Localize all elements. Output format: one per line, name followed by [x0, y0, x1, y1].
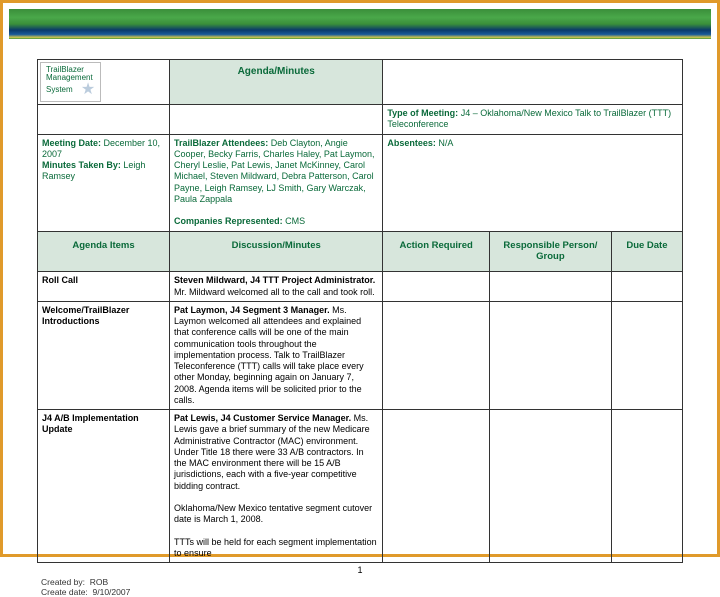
- meeting-type-row: Type of Meeting: J4 – Oklahoma/New Mexic…: [38, 105, 683, 135]
- document-area: TrailBlazer Management System ★ Agenda/M…: [9, 49, 711, 575]
- text: Ms. Lewis gave a brief summary of the ne…: [174, 413, 370, 491]
- text: Ms. Laymon welcomed all attendees and ex…: [174, 305, 364, 405]
- title-cell: Agenda/Minutes: [170, 60, 383, 105]
- meeting-date-label: Meeting Date:: [42, 138, 101, 148]
- absentees-value: N/A: [438, 138, 453, 148]
- meeting-date-cell: Meeting Date: December 10, 2007 Minutes …: [38, 134, 170, 231]
- col-agenda: Agenda Items: [38, 231, 170, 272]
- meeting-type-cell: Type of Meeting: J4 – Oklahoma/New Mexic…: [383, 105, 683, 135]
- duedate-cell: [611, 272, 682, 302]
- footer-created-by-label: Created by:: [41, 577, 85, 587]
- col-discussion: Discussion/Minutes: [170, 231, 383, 272]
- agenda-item: J4 A/B Implementation Update: [38, 410, 170, 563]
- text: Mr. Mildward welcomed all to the call an…: [174, 287, 375, 297]
- title-blank: [383, 60, 683, 105]
- column-header-row: Agenda Items Discussion/Minutes Action R…: [38, 231, 683, 272]
- text2: Oklahoma/New Mexico tentative segment cu…: [174, 503, 372, 524]
- absentees-cell: Absentees: N/A: [383, 134, 683, 231]
- responsible-cell: [489, 272, 611, 302]
- footer-create-date-value: 9/10/2007: [93, 587, 131, 597]
- col-duedate: Due Date: [611, 231, 682, 272]
- logo-cell: TrailBlazer Management System ★: [38, 60, 170, 105]
- footer: Created by: ROB Create date: 9/10/2007: [9, 575, 711, 597]
- info-row: Meeting Date: December 10, 2007 Minutes …: [38, 134, 683, 231]
- text3: TTTs will be held for each segment imple…: [174, 537, 377, 558]
- action-cell: [383, 301, 490, 409]
- lead: Pat Laymon, J4 Segment 3 Manager.: [174, 305, 330, 315]
- logo-graphic: TrailBlazer Management System ★: [40, 62, 101, 102]
- agenda-item: Welcome/TrailBlazer Introductions: [38, 301, 170, 409]
- lead: Pat Lewis, J4 Customer Service Manager.: [174, 413, 351, 423]
- star-icon: ★: [81, 81, 95, 98]
- companies-label: Companies Represented:: [174, 216, 283, 226]
- discussion-cell: Steven Mildward, J4 TTT Project Administ…: [170, 272, 383, 302]
- discussion-cell: Pat Laymon, J4 Segment 3 Manager. Ms. La…: [170, 301, 383, 409]
- agenda-item: Roll Call: [38, 272, 170, 302]
- action-cell: [383, 272, 490, 302]
- lead: Steven Mildward, J4 TTT Project Administ…: [174, 275, 375, 285]
- footer-created-by-value: ROB: [90, 577, 108, 587]
- minutes-by-label: Minutes Taken By:: [42, 160, 121, 170]
- attendees-cell: TrailBlazer Attendees: Deb Clayton, Angi…: [170, 134, 383, 231]
- blank-left: [38, 105, 170, 135]
- attendees-label: TrailBlazer Attendees:: [174, 138, 268, 148]
- blank-mid: [170, 105, 383, 135]
- table-row: J4 A/B Implementation Update Pat Lewis, …: [38, 410, 683, 563]
- responsible-cell: [489, 301, 611, 409]
- companies-value: CMS: [285, 216, 305, 226]
- table-row: Welcome/TrailBlazer Introductions Pat La…: [38, 301, 683, 409]
- responsible-cell: [489, 410, 611, 563]
- footer-create-date-label: Create date:: [41, 587, 88, 597]
- discussion-cell: Pat Lewis, J4 Customer Service Manager. …: [170, 410, 383, 563]
- page-number: 1: [37, 565, 683, 575]
- meeting-type-label: Type of Meeting:: [387, 108, 458, 118]
- agenda-table: TrailBlazer Management System ★ Agenda/M…: [37, 59, 683, 563]
- col-action: Action Required: [383, 231, 490, 272]
- duedate-cell: [611, 301, 682, 409]
- absentees-label: Absentees:: [387, 138, 436, 148]
- table-row: Roll Call Steven Mildward, J4 TTT Projec…: [38, 272, 683, 302]
- col-responsible: Responsible Person/ Group: [489, 231, 611, 272]
- logo-l3: System: [46, 85, 73, 94]
- top-banner: [9, 9, 711, 39]
- action-cell: [383, 410, 490, 563]
- title-row: TrailBlazer Management System ★ Agenda/M…: [38, 60, 683, 105]
- duedate-cell: [611, 410, 682, 563]
